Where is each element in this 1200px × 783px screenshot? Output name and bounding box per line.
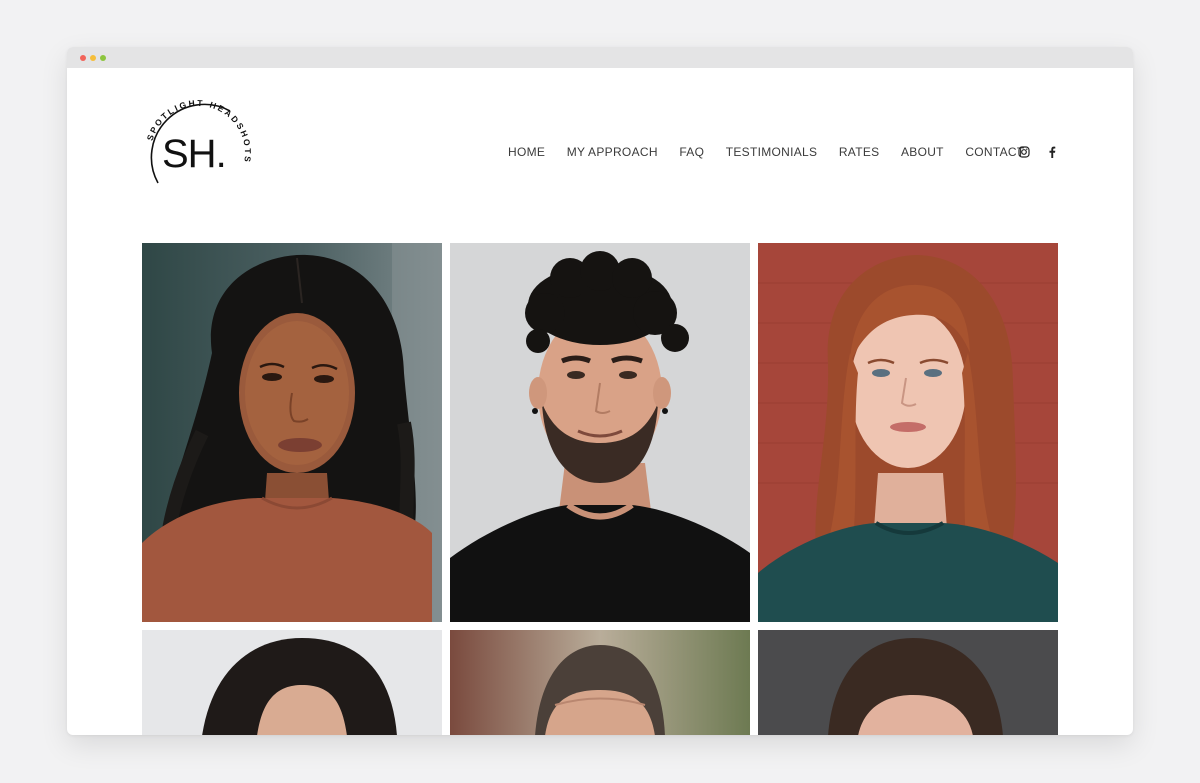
browser-titlebar	[67, 47, 1133, 68]
instagram-icon[interactable]	[1018, 146, 1030, 158]
minimize-window-dot[interactable]	[90, 55, 96, 61]
maximize-window-dot[interactable]	[100, 55, 106, 61]
headshot-photo-5[interactable]	[450, 630, 750, 735]
headshot-photo-4[interactable]	[142, 630, 442, 735]
headshot-photo-2[interactable]	[450, 243, 750, 622]
headshot-photo-1[interactable]	[142, 243, 442, 622]
headshot-photo-3[interactable]	[758, 243, 1058, 622]
nav-testimonials[interactable]: TESTIMONIALS	[726, 145, 818, 159]
browser-window: SH. SPOTLIGHT HEADSHOTS HOME MY APPROACH…	[67, 47, 1133, 735]
headshot-photo-6[interactable]	[758, 630, 1058, 735]
nav-home[interactable]: HOME	[508, 145, 545, 159]
nav-about[interactable]: ABOUT	[901, 145, 944, 159]
nav-contact[interactable]: CONTACT	[965, 145, 1024, 159]
close-window-dot[interactable]	[80, 55, 86, 61]
nav-my-approach[interactable]: MY APPROACH	[567, 145, 658, 159]
nav-rates[interactable]: RATES	[839, 145, 880, 159]
facebook-icon[interactable]	[1047, 146, 1057, 158]
main-nav: HOME MY APPROACH FAQ TESTIMONIALS RATES …	[508, 145, 1025, 159]
logo-monogram: SH.	[162, 132, 226, 176]
nav-faq[interactable]: FAQ	[679, 145, 704, 159]
site-logo[interactable]: SH. SPOTLIGHT HEADSHOTS	[142, 97, 254, 209]
